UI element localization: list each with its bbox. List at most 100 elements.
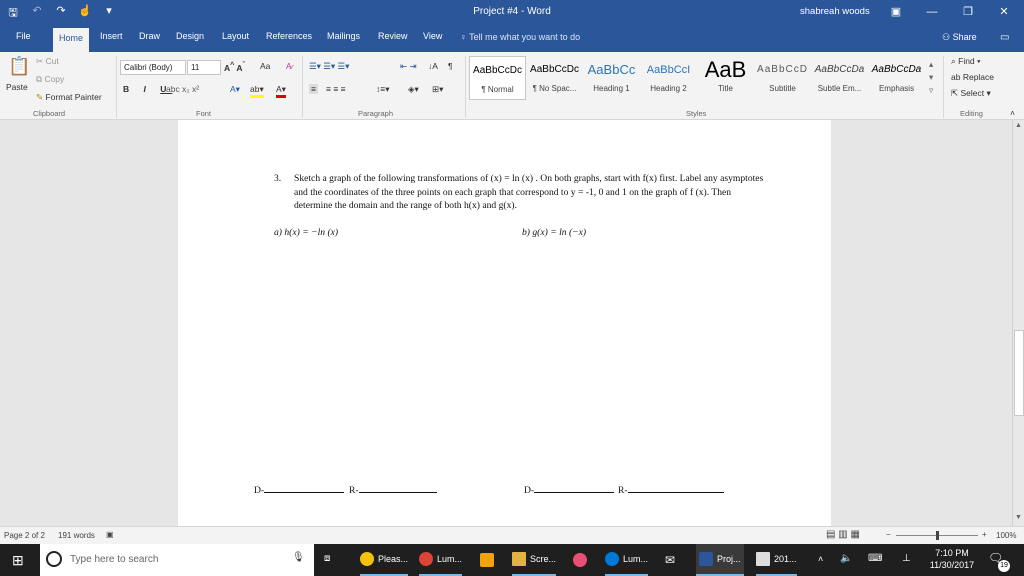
paste-icon[interactable]: 📋 xyxy=(8,56,30,77)
tray-chevron-icon[interactable]: ˄ xyxy=(818,554,823,564)
font-color-icon[interactable]: A▾ xyxy=(276,84,286,98)
windows-start-icon[interactable]: ⊞ xyxy=(12,552,24,569)
zoom-out-icon[interactable]: − xyxy=(886,530,891,539)
clear-formatting-icon[interactable]: A̷ xyxy=(286,61,292,71)
comments-icon[interactable]: ▭ xyxy=(1000,32,1009,43)
sort-icon[interactable]: ↓A xyxy=(428,61,438,71)
font-size-box[interactable]: 11 xyxy=(187,60,221,75)
replace-button[interactable]: ab Replace xyxy=(951,72,994,82)
mail-icon: ✉ xyxy=(665,553,676,567)
tab-review[interactable]: Review xyxy=(378,31,408,41)
tell-me-search[interactable]: ♀ Tell me what you want to do xyxy=(460,32,580,42)
taskbar-app-edge[interactable]: Lum... xyxy=(605,544,649,576)
music-icon xyxy=(573,553,587,567)
range-b: R- xyxy=(618,484,724,498)
user-name[interactable]: shabreah woods xyxy=(800,6,870,17)
editing-group-label: Editing xyxy=(960,109,983,118)
style-emphasis[interactable]: AaBbCcDa Emphasis xyxy=(868,56,925,100)
collapse-ribbon-icon[interactable]: ˄ xyxy=(1010,108,1015,118)
taskbar-app-word[interactable]: Proj... xyxy=(696,544,744,576)
select-button[interactable]: ⇱ Select ▾ xyxy=(951,88,991,99)
network-icon[interactable]: ⊥ xyxy=(902,553,911,564)
microphone-icon[interactable]: 🎙 xyxy=(292,552,305,563)
tab-mailings[interactable]: Mailings xyxy=(327,31,360,41)
restore-button[interactable]: ❐ xyxy=(950,0,986,24)
cortana-icon xyxy=(46,551,62,567)
bold-italic-underline-buttons[interactable]: B I U xyxy=(123,84,172,94)
style-subtitle[interactable]: AaBbCcD Subtitle xyxy=(754,56,811,100)
grow-font-icon[interactable]: A^ Aˇ xyxy=(224,61,245,73)
taskbar-app-screenshots[interactable]: Scre... xyxy=(512,544,557,576)
indent-icons[interactable]: ⇤ ⇥ xyxy=(400,61,417,72)
highlight-icon[interactable]: ab▾ xyxy=(250,84,264,98)
tab-view[interactable]: View xyxy=(423,31,442,41)
change-case-button[interactable]: Aa xyxy=(260,61,270,71)
font-name-box[interactable]: Calibri (Body) xyxy=(120,60,186,75)
style-title[interactable]: AaB Title xyxy=(697,56,754,100)
tab-layout[interactable]: Layout xyxy=(222,31,249,41)
share-button[interactable]: ⚇ Share xyxy=(942,32,977,43)
clock[interactable]: 7:10 PM 11/30/2017 xyxy=(926,547,978,571)
find-button[interactable]: ⌕ Find ▾ xyxy=(951,56,981,67)
blank-line xyxy=(534,484,615,493)
proofing-icon[interactable]: ▣ xyxy=(106,530,114,539)
tab-references[interactable]: References xyxy=(266,31,312,41)
word-count[interactable]: 191 words xyxy=(58,531,95,540)
minimize-button[interactable]: — xyxy=(914,0,950,24)
tab-insert[interactable]: Insert xyxy=(100,31,123,41)
zoom-level[interactable]: 100% xyxy=(996,531,1016,540)
cut-button[interactable]: ✂ Cut xyxy=(36,56,59,67)
style-no-spacing[interactable]: AaBbCcDc ¶ No Spac... xyxy=(526,56,583,100)
ribbon-display-options-icon[interactable]: ▣ xyxy=(878,0,914,24)
copy-button[interactable]: ⧉ Copy xyxy=(36,74,64,85)
taskbar-mail-icon[interactable]: ✉ xyxy=(665,544,675,576)
zoom-slider-thumb[interactable] xyxy=(936,531,939,540)
shading-icon[interactable]: ◈▾ xyxy=(408,84,419,95)
page-count[interactable]: Page 2 of 2 xyxy=(4,531,45,540)
style-heading-2[interactable]: AaBbCcI Heading 2 xyxy=(640,56,697,100)
paste-button[interactable]: Paste xyxy=(6,82,28,92)
zoom-in-icon[interactable]: + xyxy=(982,530,987,539)
blank-line xyxy=(627,484,724,493)
document-page[interactable]: 3. Sketch a graph of the following trans… xyxy=(178,120,831,526)
taskbar-itunes-icon[interactable] xyxy=(573,544,587,576)
styles-scroll-icons[interactable]: ▴ ▾ ▿ xyxy=(929,58,933,97)
ribbon: 📋 Paste ✂ Cut ⧉ Copy ✎ Format Painter Cl… xyxy=(0,52,1024,120)
format-painter-button[interactable]: ✎ Format Painter xyxy=(36,92,102,103)
domain-a: D- xyxy=(254,484,345,498)
taskbar-app-chrome-1[interactable]: Pleas... xyxy=(360,544,409,576)
strikethrough-sub-superscript-icons[interactable]: abc x₂ x² xyxy=(166,84,199,94)
tab-draw[interactable]: Draw xyxy=(139,31,160,41)
word-window: 🖫 ↶ ↷ ☝ ▾ Project #4 - Word shabreah woo… xyxy=(0,0,1024,576)
text-effects-icon[interactable]: A▾ xyxy=(230,84,240,95)
show-marks-icon[interactable]: ¶ xyxy=(448,61,453,71)
keyboard-icon[interactable]: ⌨ xyxy=(868,553,882,564)
clipboard-group-label: Clipboard xyxy=(33,109,66,118)
style-normal[interactable]: AaBbCcDc ¶ Normal xyxy=(469,56,526,100)
style-subtle-emphasis[interactable]: AaBbCcDa Subtle Em... xyxy=(811,56,868,100)
taskbar-search[interactable]: Type here to search 🎙 xyxy=(40,544,314,576)
person-icon: ⚇ xyxy=(942,32,953,42)
taskbar-store-icon[interactable] xyxy=(480,544,494,576)
taskbar-app-photos[interactable]: 201... xyxy=(756,544,797,576)
vertical-scrollbar[interactable]: ▲ ▼ xyxy=(1012,120,1024,526)
scroll-down-icon[interactable]: ▼ xyxy=(1015,514,1022,521)
scroll-thumb[interactable] xyxy=(1014,330,1024,416)
view-mode-icons[interactable]: ▤ ▥ ▦ xyxy=(826,529,860,540)
tab-home[interactable]: Home xyxy=(53,28,90,52)
align-center-right-justify-icons[interactable]: ≡ ≡ ≡ xyxy=(326,84,346,94)
range-a: R- xyxy=(349,484,437,498)
tab-file[interactable]: File xyxy=(16,31,31,41)
volume-icon[interactable]: 🔈 xyxy=(840,553,852,564)
tab-design[interactable]: Design xyxy=(176,31,204,41)
task-view-icon[interactable]: ⧈ xyxy=(324,553,330,564)
style-heading-1[interactable]: AaBbCc Heading 1 xyxy=(583,56,640,100)
taskbar: ⊞ Type here to search 🎙 ⧈ Pleas... Lum..… xyxy=(0,544,1024,576)
align-left-icon[interactable]: ≡ xyxy=(309,84,318,94)
bullets-numbering-icons[interactable]: ☰▾ ☰▾ ☰▾ xyxy=(309,61,349,72)
scroll-up-icon[interactable]: ▲ xyxy=(1015,122,1022,129)
close-button[interactable]: ✕ xyxy=(986,0,1022,24)
taskbar-app-chrome-2[interactable]: Lum... xyxy=(419,544,463,576)
line-spacing-icon[interactable]: ↕≡▾ xyxy=(376,84,389,95)
borders-icon[interactable]: ⊞▾ xyxy=(432,84,443,95)
